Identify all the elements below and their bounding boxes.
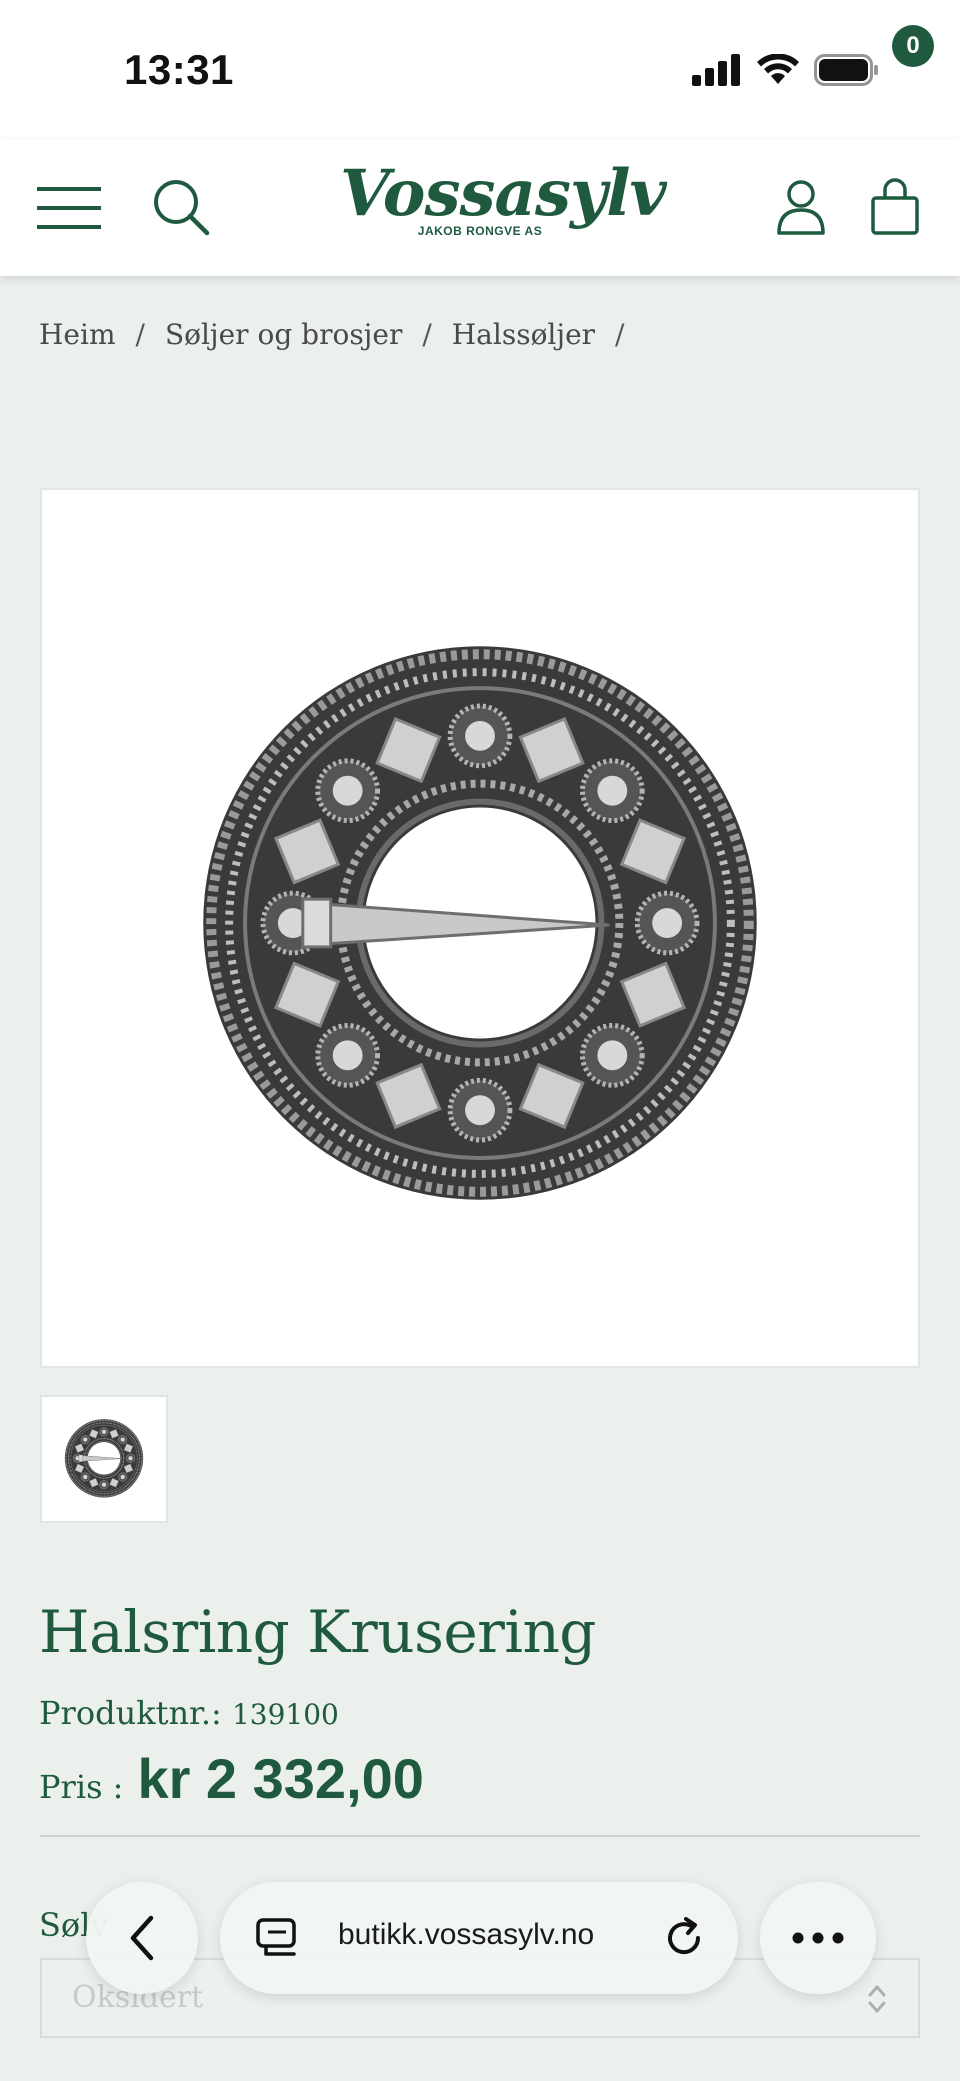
url-text: butikk.vossasylv.no — [338, 1918, 595, 1951]
status-bar: 13:31 — [0, 0, 960, 140]
breadcrumb-brooches[interactable]: Søljer og brosjer — [165, 318, 402, 351]
wifi-icon — [757, 54, 799, 84]
brooch-image — [203, 646, 757, 1200]
product-main-image[interactable] — [40, 488, 920, 1368]
breadcrumb-home[interactable]: Heim — [39, 318, 116, 351]
product-title: Halsring Krusering — [39, 1598, 596, 1666]
ellipsis-icon — [792, 1932, 844, 1944]
browser-back-button[interactable] — [86, 1882, 198, 1994]
browser-address-bar[interactable]: butikk.vossasylv.no — [220, 1882, 738, 1994]
logo-text: Vossasylv — [340, 156, 667, 231]
search-button[interactable] — [150, 176, 212, 238]
breadcrumb: Heim / Søljer og brosjer / Halssøljer / — [39, 318, 644, 351]
price-value: kr 2 332,00 — [137, 1747, 424, 1810]
product-number-value: 139100 — [231, 1698, 339, 1731]
status-time: 13:31 — [124, 46, 234, 93]
site-header: Vossasylv JAKOB RONGVE AS — [0, 140, 960, 276]
product-thumbnail[interactable] — [40, 1395, 168, 1523]
page-tabs-icon — [256, 1918, 296, 1956]
price-label: Pris : — [39, 1768, 124, 1806]
select-chevron-icon — [868, 1985, 886, 2013]
cellular-signal-icon — [692, 54, 740, 86]
breadcrumb-separator: / — [422, 318, 432, 351]
shopping-bag-icon — [871, 178, 919, 235]
menu-button[interactable] — [36, 180, 102, 236]
user-icon — [777, 180, 825, 235]
battery-icon — [814, 54, 878, 86]
account-button[interactable] — [770, 176, 832, 238]
cart-count-badge[interactable]: 0 — [892, 25, 934, 67]
product-number-label: Produktnr.: — [39, 1694, 222, 1732]
breadcrumb-separator: / — [615, 318, 625, 351]
reload-icon[interactable] — [662, 1916, 706, 1960]
divider — [40, 1835, 920, 1837]
search-icon — [154, 180, 210, 236]
cart-button[interactable] — [864, 174, 926, 240]
site-logo[interactable]: Vossasylv JAKOB RONGVE AS — [340, 156, 667, 258]
breadcrumb-neck-brooches[interactable]: Halssøljer — [452, 318, 595, 351]
product-number: Produktnr.: 139100 — [39, 1694, 339, 1732]
browser-more-button[interactable] — [760, 1882, 876, 1994]
price-row: Pris : kr 2 332,00 — [39, 1746, 424, 1811]
breadcrumb-separator: / — [135, 318, 145, 351]
chevron-left-icon — [130, 1915, 154, 1961]
hamburger-menu-icon — [37, 187, 101, 229]
status-icons — [692, 54, 880, 86]
brooch-thumbnail-image — [64, 1419, 144, 1498]
